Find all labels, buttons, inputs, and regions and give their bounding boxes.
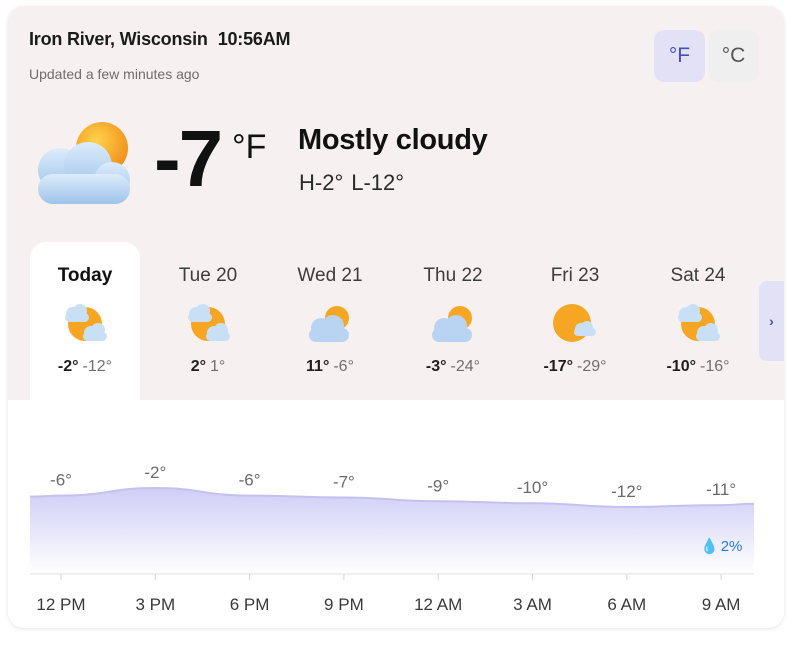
day-high: -17° bbox=[543, 358, 573, 375]
day-high: -3° bbox=[425, 358, 447, 375]
day-high: 2° bbox=[190, 358, 206, 375]
temperature-label: -6° bbox=[50, 471, 72, 490]
forecast-day-today[interactable]: Today -2° -12° bbox=[30, 242, 140, 400]
time-label: 3 AM bbox=[513, 595, 552, 614]
temperature-label: -6° bbox=[239, 471, 261, 490]
precipitation-chance: 💧 2% bbox=[700, 537, 742, 555]
day-name: Tue 20 bbox=[178, 265, 238, 286]
current-temperature-unit: °F bbox=[232, 128, 267, 166]
temperature-label: -10° bbox=[517, 478, 548, 497]
time-label: 9 AM bbox=[702, 595, 741, 614]
day-low: -16° bbox=[700, 358, 730, 375]
day-high: -2° bbox=[57, 358, 79, 375]
day-high: 11° bbox=[306, 358, 330, 375]
day-low: -12° bbox=[82, 358, 113, 375]
day-name: Fri 23 bbox=[550, 265, 600, 286]
precipitation-value: 2% bbox=[720, 538, 743, 555]
forecast-day-sat-24[interactable]: Sat 24 -10° -16° bbox=[643, 242, 753, 400]
day-temps: -10° -16° bbox=[643, 358, 753, 376]
day-high: -10° bbox=[666, 358, 696, 375]
forecast-day-thu-22[interactable]: Thu 22 -3° -24° bbox=[398, 242, 508, 400]
forecast-day-wed-21[interactable]: Wed 21 11° -6° bbox=[275, 242, 385, 400]
today-low: L-12° bbox=[351, 170, 405, 195]
day-temps: -17° -29° bbox=[520, 358, 630, 376]
day-low: -24° bbox=[450, 358, 481, 375]
day-low: -6° bbox=[333, 358, 354, 375]
day-name: Today bbox=[57, 265, 113, 286]
mostly-cloudy-icon bbox=[432, 306, 472, 342]
chevron-right-icon: › bbox=[769, 313, 774, 329]
temperature-label: -2° bbox=[144, 463, 166, 482]
fahrenheit-button[interactable]: °F bbox=[654, 30, 705, 82]
temperature-label: -11° bbox=[706, 480, 736, 499]
time-label: 12 PM bbox=[36, 595, 85, 614]
forecast-day-tue-20[interactable]: Tue 20 2° 1° bbox=[153, 242, 263, 400]
time-label: 9 PM bbox=[324, 595, 364, 614]
local-time: 10:56AM bbox=[217, 29, 291, 49]
temperature-label: -12° bbox=[611, 482, 642, 501]
updated-status: Updated a few minutes ago bbox=[29, 66, 200, 82]
raindrop-icon: 💧 bbox=[700, 538, 719, 555]
day-name: Wed 21 bbox=[297, 265, 363, 286]
day-low: 1° bbox=[210, 358, 226, 375]
temperature-label: -7° bbox=[333, 473, 355, 492]
hourly-temperature-chart: -6° 12 PM -2° 3 PM -6° 6 PM -7° 9 PM -9° 12 AM -10… bbox=[8, 400, 784, 628]
partly-sunny-icon bbox=[678, 304, 720, 341]
unit-toggle: °F °C bbox=[654, 30, 759, 82]
time-label: 6 PM bbox=[230, 595, 270, 614]
partly-sunny-icon bbox=[65, 304, 107, 341]
day-low: -29° bbox=[577, 358, 607, 375]
day-temps: -3° -24° bbox=[398, 358, 508, 376]
temperature-area bbox=[30, 488, 754, 574]
temperature-label: -9° bbox=[427, 476, 449, 495]
current-conditions-panel: Iron River, Wisconsin 10:56AM Updated a f… bbox=[8, 6, 784, 400]
location-name: Iron River, Wisconsin bbox=[29, 29, 208, 49]
next-days-button[interactable]: › bbox=[759, 281, 784, 361]
sun-behind-cloud-icon bbox=[38, 122, 130, 204]
mostly-sunny-icon bbox=[553, 304, 596, 342]
day-temps: -2° -12° bbox=[30, 358, 140, 376]
day-temps: 2° 1° bbox=[153, 358, 263, 376]
today-high: H-2° bbox=[299, 170, 344, 195]
current-condition: Mostly cloudy bbox=[298, 124, 488, 156]
location-heading: Iron River, Wisconsin 10:56AM bbox=[29, 29, 291, 50]
partly-sunny-icon bbox=[188, 304, 230, 341]
time-label: 6 AM bbox=[607, 595, 646, 614]
weather-card: Iron River, Wisconsin 10:56AM Updated a f… bbox=[8, 6, 784, 628]
day-name: Thu 22 bbox=[423, 265, 483, 286]
day-name: Sat 24 bbox=[670, 265, 726, 286]
time-label: 12 AM bbox=[414, 595, 462, 614]
day-temps: 11° -6° bbox=[275, 358, 385, 376]
mostly-cloudy-icon bbox=[309, 306, 349, 342]
daily-forecast: Today -2° -12° Tue 20 2° 1° Wed 21 11° -… bbox=[30, 242, 762, 400]
time-label: 3 PM bbox=[135, 595, 175, 614]
current-temperature: -7 bbox=[154, 114, 223, 203]
forecast-day-fri-23[interactable]: Fri 23 -17° -29° bbox=[520, 242, 630, 400]
high-low-summary: H-2° L-12° bbox=[299, 170, 404, 196]
hourly-chart-svg: -6° 12 PM -2° 3 PM -6° 6 PM -7° 9 PM -9° 12 AM -10… bbox=[29, 463, 755, 614]
celsius-button[interactable]: °C bbox=[708, 30, 759, 82]
